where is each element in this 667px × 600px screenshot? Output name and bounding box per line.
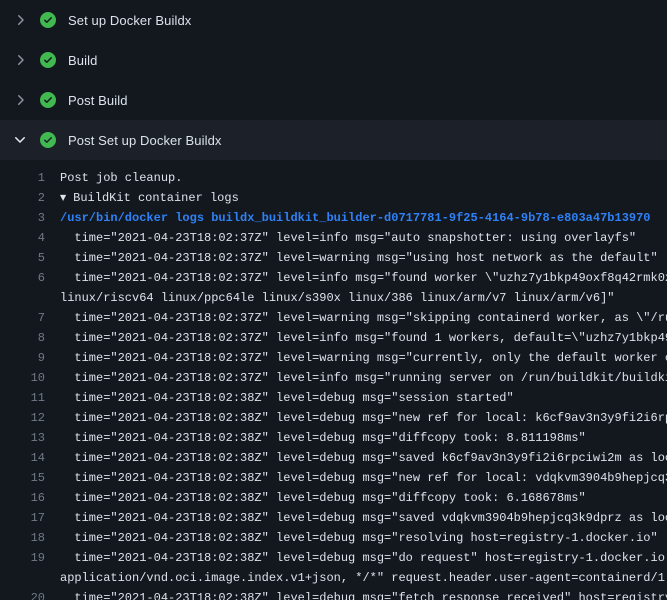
- log-line: 16 time="2021-04-23T18:02:38Z" level=deb…: [0, 488, 667, 508]
- section-label: Post Set up Docker Buildx: [68, 133, 222, 148]
- line-number[interactable]: 12: [0, 408, 60, 428]
- log-text: time="2021-04-23T18:02:37Z" level=info m…: [60, 268, 667, 288]
- line-number[interactable]: 9: [0, 348, 60, 368]
- log-text: time="2021-04-23T18:02:37Z" level=info m…: [60, 328, 667, 348]
- section-header-build[interactable]: Build: [0, 40, 667, 80]
- log-text: linux/riscv64 linux/ppc64le linux/s390x …: [60, 288, 615, 308]
- line-number[interactable]: 17: [0, 508, 60, 528]
- section-header-post-set-up-docker-buildx[interactable]: Post Set up Docker Buildx: [0, 120, 667, 160]
- chevron-right-icon: [12, 52, 28, 68]
- line-number[interactable]: 10: [0, 368, 60, 388]
- line-number[interactable]: [0, 568, 60, 588]
- line-number[interactable]: 14: [0, 448, 60, 468]
- line-number[interactable]: 11: [0, 388, 60, 408]
- line-number[interactable]: 20: [0, 588, 60, 600]
- chevron-right-icon: [12, 12, 28, 28]
- actions-log-viewer: Set up Docker Buildx Build Post Build Po…: [0, 0, 667, 600]
- step-section: Set up Docker Buildx: [0, 0, 667, 40]
- check-circle-icon: [40, 12, 56, 28]
- log-text: time="2021-04-23T18:02:38Z" level=debug …: [60, 488, 586, 508]
- log-line: 19 time="2021-04-23T18:02:38Z" level=deb…: [0, 548, 667, 568]
- log-text: time="2021-04-23T18:02:38Z" level=debug …: [60, 508, 667, 528]
- log-text: time="2021-04-23T18:02:38Z" level=debug …: [60, 388, 514, 408]
- log-line: 17 time="2021-04-23T18:02:38Z" level=deb…: [0, 508, 667, 528]
- log-line: 9 time="2021-04-23T18:02:37Z" level=warn…: [0, 348, 667, 368]
- section-label: Build: [68, 53, 97, 68]
- line-number[interactable]: 19: [0, 548, 60, 568]
- log-line: 13 time="2021-04-23T18:02:38Z" level=deb…: [0, 428, 667, 448]
- log-line: 18 time="2021-04-23T18:02:38Z" level=deb…: [0, 528, 667, 548]
- line-number[interactable]: 18: [0, 528, 60, 548]
- log-line: 1 Post job cleanup.: [0, 168, 667, 188]
- group-title: BuildKit container logs: [73, 191, 239, 205]
- line-number[interactable]: 3: [0, 208, 60, 228]
- log-text: time="2021-04-23T18:02:38Z" level=debug …: [60, 468, 667, 488]
- chevron-right-icon: [12, 92, 28, 108]
- section-label: Post Build: [68, 93, 128, 108]
- line-number[interactable]: 8: [0, 328, 60, 348]
- log-line: 14 time="2021-04-23T18:02:38Z" level=deb…: [0, 448, 667, 468]
- log-line: 2 ▼ BuildKit container logs: [0, 188, 667, 208]
- section-header-post-build[interactable]: Post Build: [0, 80, 667, 120]
- step-section: Build: [0, 40, 667, 80]
- log-line: 7 time="2021-04-23T18:02:37Z" level=warn…: [0, 308, 667, 328]
- line-number[interactable]: [0, 288, 60, 308]
- line-number[interactable]: 1: [0, 168, 60, 188]
- log-text: ▼ BuildKit container logs: [60, 188, 239, 208]
- chevron-down-icon: [12, 132, 28, 148]
- log-line: 4 time="2021-04-23T18:02:37Z" level=info…: [0, 228, 667, 248]
- log-text: Post job cleanup.: [60, 168, 182, 188]
- log-text: time="2021-04-23T18:02:38Z" level=debug …: [60, 408, 667, 428]
- log-text: time="2021-04-23T18:02:38Z" level=debug …: [60, 588, 667, 600]
- log-line: 3 /usr/bin/docker logs buildx_buildkit_b…: [0, 208, 667, 228]
- log-text: time="2021-04-23T18:02:37Z" level=warnin…: [60, 348, 667, 368]
- log-line: 15 time="2021-04-23T18:02:38Z" level=deb…: [0, 468, 667, 488]
- section-header-set-up-docker-buildx[interactable]: Set up Docker Buildx: [0, 0, 667, 40]
- log-text: time="2021-04-23T18:02:38Z" level=debug …: [60, 548, 667, 568]
- step-sections: Set up Docker Buildx Build Post Build Po…: [0, 0, 667, 600]
- line-number[interactable]: 2: [0, 188, 60, 208]
- line-number[interactable]: 5: [0, 248, 60, 268]
- log-text: application/vnd.oci.image.index.v1+json,…: [60, 568, 667, 588]
- log-line: 20 time="2021-04-23T18:02:38Z" level=deb…: [0, 588, 667, 600]
- log-text: time="2021-04-23T18:02:37Z" level=info m…: [60, 228, 636, 248]
- section-label: Set up Docker Buildx: [68, 13, 191, 28]
- line-number[interactable]: 16: [0, 488, 60, 508]
- check-circle-icon: [40, 52, 56, 68]
- log-text: time="2021-04-23T18:02:38Z" level=debug …: [60, 528, 658, 548]
- log-line: 8 time="2021-04-23T18:02:37Z" level=info…: [0, 328, 667, 348]
- log-text: time="2021-04-23T18:02:38Z" level=debug …: [60, 428, 586, 448]
- log-text: time="2021-04-23T18:02:37Z" level=warnin…: [60, 248, 658, 268]
- log-line: 12 time="2021-04-23T18:02:38Z" level=deb…: [0, 408, 667, 428]
- check-circle-icon: [40, 132, 56, 148]
- step-section: Post Set up Docker Buildx 1 Post job cle…: [0, 120, 667, 600]
- line-number[interactable]: 15: [0, 468, 60, 488]
- log-text: time="2021-04-23T18:02:37Z" level=warnin…: [60, 308, 667, 328]
- log-line: linux/riscv64 linux/ppc64le linux/s390x …: [0, 288, 667, 308]
- line-number[interactable]: 6: [0, 268, 60, 288]
- line-number[interactable]: 4: [0, 228, 60, 248]
- line-number[interactable]: 13: [0, 428, 60, 448]
- log-line: 10 time="2021-04-23T18:02:37Z" level=inf…: [0, 368, 667, 388]
- log-line: 6 time="2021-04-23T18:02:37Z" level=info…: [0, 268, 667, 288]
- check-circle-icon: [40, 92, 56, 108]
- log-text: /usr/bin/docker logs buildx_buildkit_bui…: [60, 208, 651, 228]
- section-log-body: 1 Post job cleanup. 2 ▼ BuildKit containe…: [0, 160, 667, 600]
- line-number[interactable]: 7: [0, 308, 60, 328]
- group-collapse-icon[interactable]: ▼: [60, 188, 66, 208]
- log-line: 11 time="2021-04-23T18:02:38Z" level=deb…: [0, 388, 667, 408]
- step-section: Post Build: [0, 80, 667, 120]
- log-line: application/vnd.oci.image.index.v1+json,…: [0, 568, 667, 588]
- log-text: time="2021-04-23T18:02:38Z" level=debug …: [60, 448, 667, 468]
- log-text: time="2021-04-23T18:02:37Z" level=info m…: [60, 368, 667, 388]
- log-line: 5 time="2021-04-23T18:02:37Z" level=warn…: [0, 248, 667, 268]
